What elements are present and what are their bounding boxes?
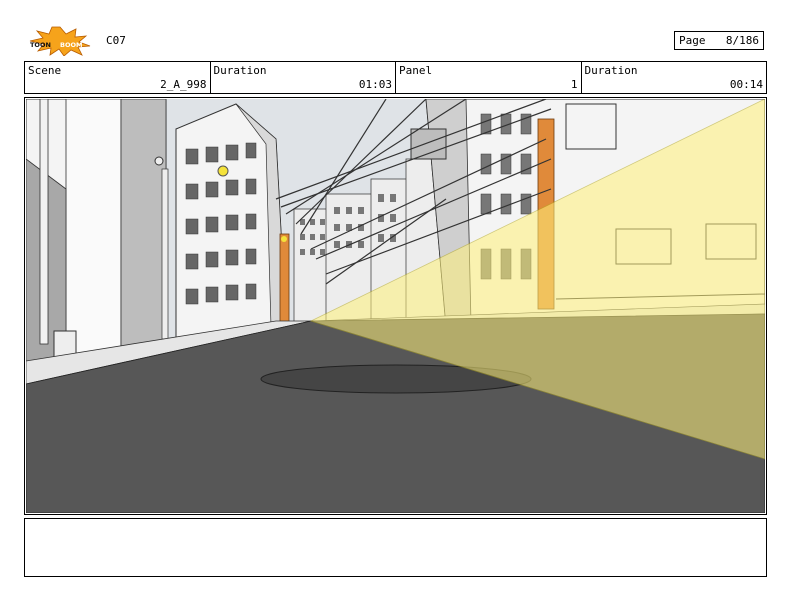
- panel-value: 1: [570, 78, 578, 91]
- scene-value: 2_A_998: [160, 78, 207, 91]
- scene-duration-field[interactable]: Duration 01:03: [211, 62, 396, 93]
- panel-duration-value: 00:14: [729, 78, 763, 91]
- toon-boom-logo: TOON BOOM: [24, 26, 96, 57]
- panel-info-bar: Scene 2_A_998 Duration 01:03 Panel 1 Dur…: [24, 61, 767, 94]
- scene-field[interactable]: Scene 2_A_998: [25, 62, 211, 93]
- page-label: Page: [679, 34, 706, 47]
- panel-label: Panel: [399, 64, 433, 77]
- panel-field[interactable]: Panel 1: [396, 62, 582, 93]
- scene-duration-label: Duration: [213, 64, 267, 77]
- scene-label: Scene: [28, 64, 62, 77]
- svg-text:TOON: TOON: [30, 41, 51, 49]
- storyboard-panel-image: [26, 99, 765, 513]
- page-indicator: Page 8/186: [674, 31, 764, 50]
- storyboard-panel-frame[interactable]: [24, 97, 767, 515]
- scene-duration-value: 01:03: [358, 78, 392, 91]
- page-number: 8/186: [725, 34, 759, 47]
- svg-text:BOOM: BOOM: [60, 41, 82, 49]
- panel-duration-field[interactable]: Duration 00:14: [582, 62, 767, 93]
- sheet-code: C07: [106, 34, 126, 47]
- panel-notes-box[interactable]: [24, 518, 767, 577]
- panel-duration-label: Duration: [584, 64, 638, 77]
